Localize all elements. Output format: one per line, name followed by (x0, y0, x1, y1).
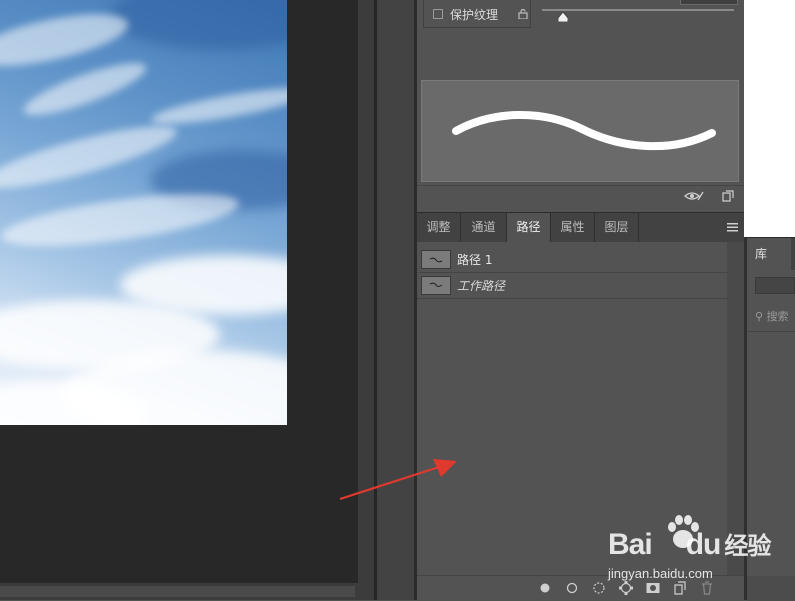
library-search-placeholder: 搜索 (766, 310, 789, 323)
library-dropdown[interactable] (755, 277, 795, 294)
watermark-url: jingyan.baidu.com (608, 566, 713, 581)
tab-paths[interactable]: 路径 (507, 213, 551, 242)
fill-path-icon[interactable] (537, 580, 553, 596)
sky-artwork-image[interactable] (0, 0, 287, 425)
stroke-path-icon[interactable] (564, 580, 580, 596)
annotation-arrow-icon (339, 459, 457, 501)
tab-libraries[interactable]: 库 (747, 238, 791, 270)
tab-adjustments[interactable]: 调整 (417, 213, 461, 242)
brush-settings-panel: 保护纹理 (417, 0, 744, 210)
brush-stroke-preview (421, 80, 739, 182)
path-row[interactable]: 路径 1 (417, 246, 727, 273)
path-thumbnail (421, 250, 451, 269)
path-name: 工作路径 (457, 279, 506, 293)
path-name: 路径 1 (457, 253, 493, 267)
tab-channels[interactable]: 通道 (461, 213, 507, 242)
tab-properties[interactable]: 属性 (551, 213, 595, 242)
load-selection-icon[interactable] (591, 580, 607, 596)
stroke-preview-graphic (452, 111, 716, 151)
panel-menu-icon[interactable] (727, 222, 738, 232)
panel-separator (747, 331, 795, 332)
tab-layers[interactable]: 图层 (595, 213, 639, 242)
brush-slider-track[interactable] (542, 9, 734, 11)
canvas-horizontal-scrollbar[interactable] (0, 583, 373, 600)
panel-tab-bar: 调整 通道 路径 属性 图层 (417, 212, 744, 242)
path-thumbnail (421, 276, 451, 295)
protect-texture-label: 保护纹理 (450, 8, 499, 22)
background-strip (744, 0, 795, 237)
search-icon: ⚲ (755, 310, 764, 323)
brush-value-field[interactable] (680, 0, 738, 5)
library-search[interactable]: ⚲ 搜索 (755, 308, 789, 324)
paw-logo-icon (668, 515, 699, 548)
path-row[interactable]: 工作路径 (417, 272, 727, 299)
panel-separator (417, 185, 744, 186)
scrollbar-thumb[interactable] (0, 586, 355, 597)
collapsed-panel-dock[interactable] (377, 0, 414, 600)
lock-icon[interactable] (518, 9, 528, 19)
document-canvas-area[interactable] (0, 0, 358, 583)
protect-texture-option[interactable]: 保护纹理 (423, 0, 531, 28)
canvas-vertical-scrollbar[interactable] (358, 0, 374, 600)
slider-thumb-icon[interactable] (558, 12, 568, 22)
baidu-jingyan-watermark: Bai du 经验 jingyan.baidu.com (608, 514, 771, 584)
eye-brush-icon[interactable] (684, 190, 704, 202)
brush-panel-footer (684, 190, 734, 202)
protect-texture-checkbox[interactable] (433, 9, 443, 19)
new-brush-icon[interactable] (722, 190, 734, 202)
